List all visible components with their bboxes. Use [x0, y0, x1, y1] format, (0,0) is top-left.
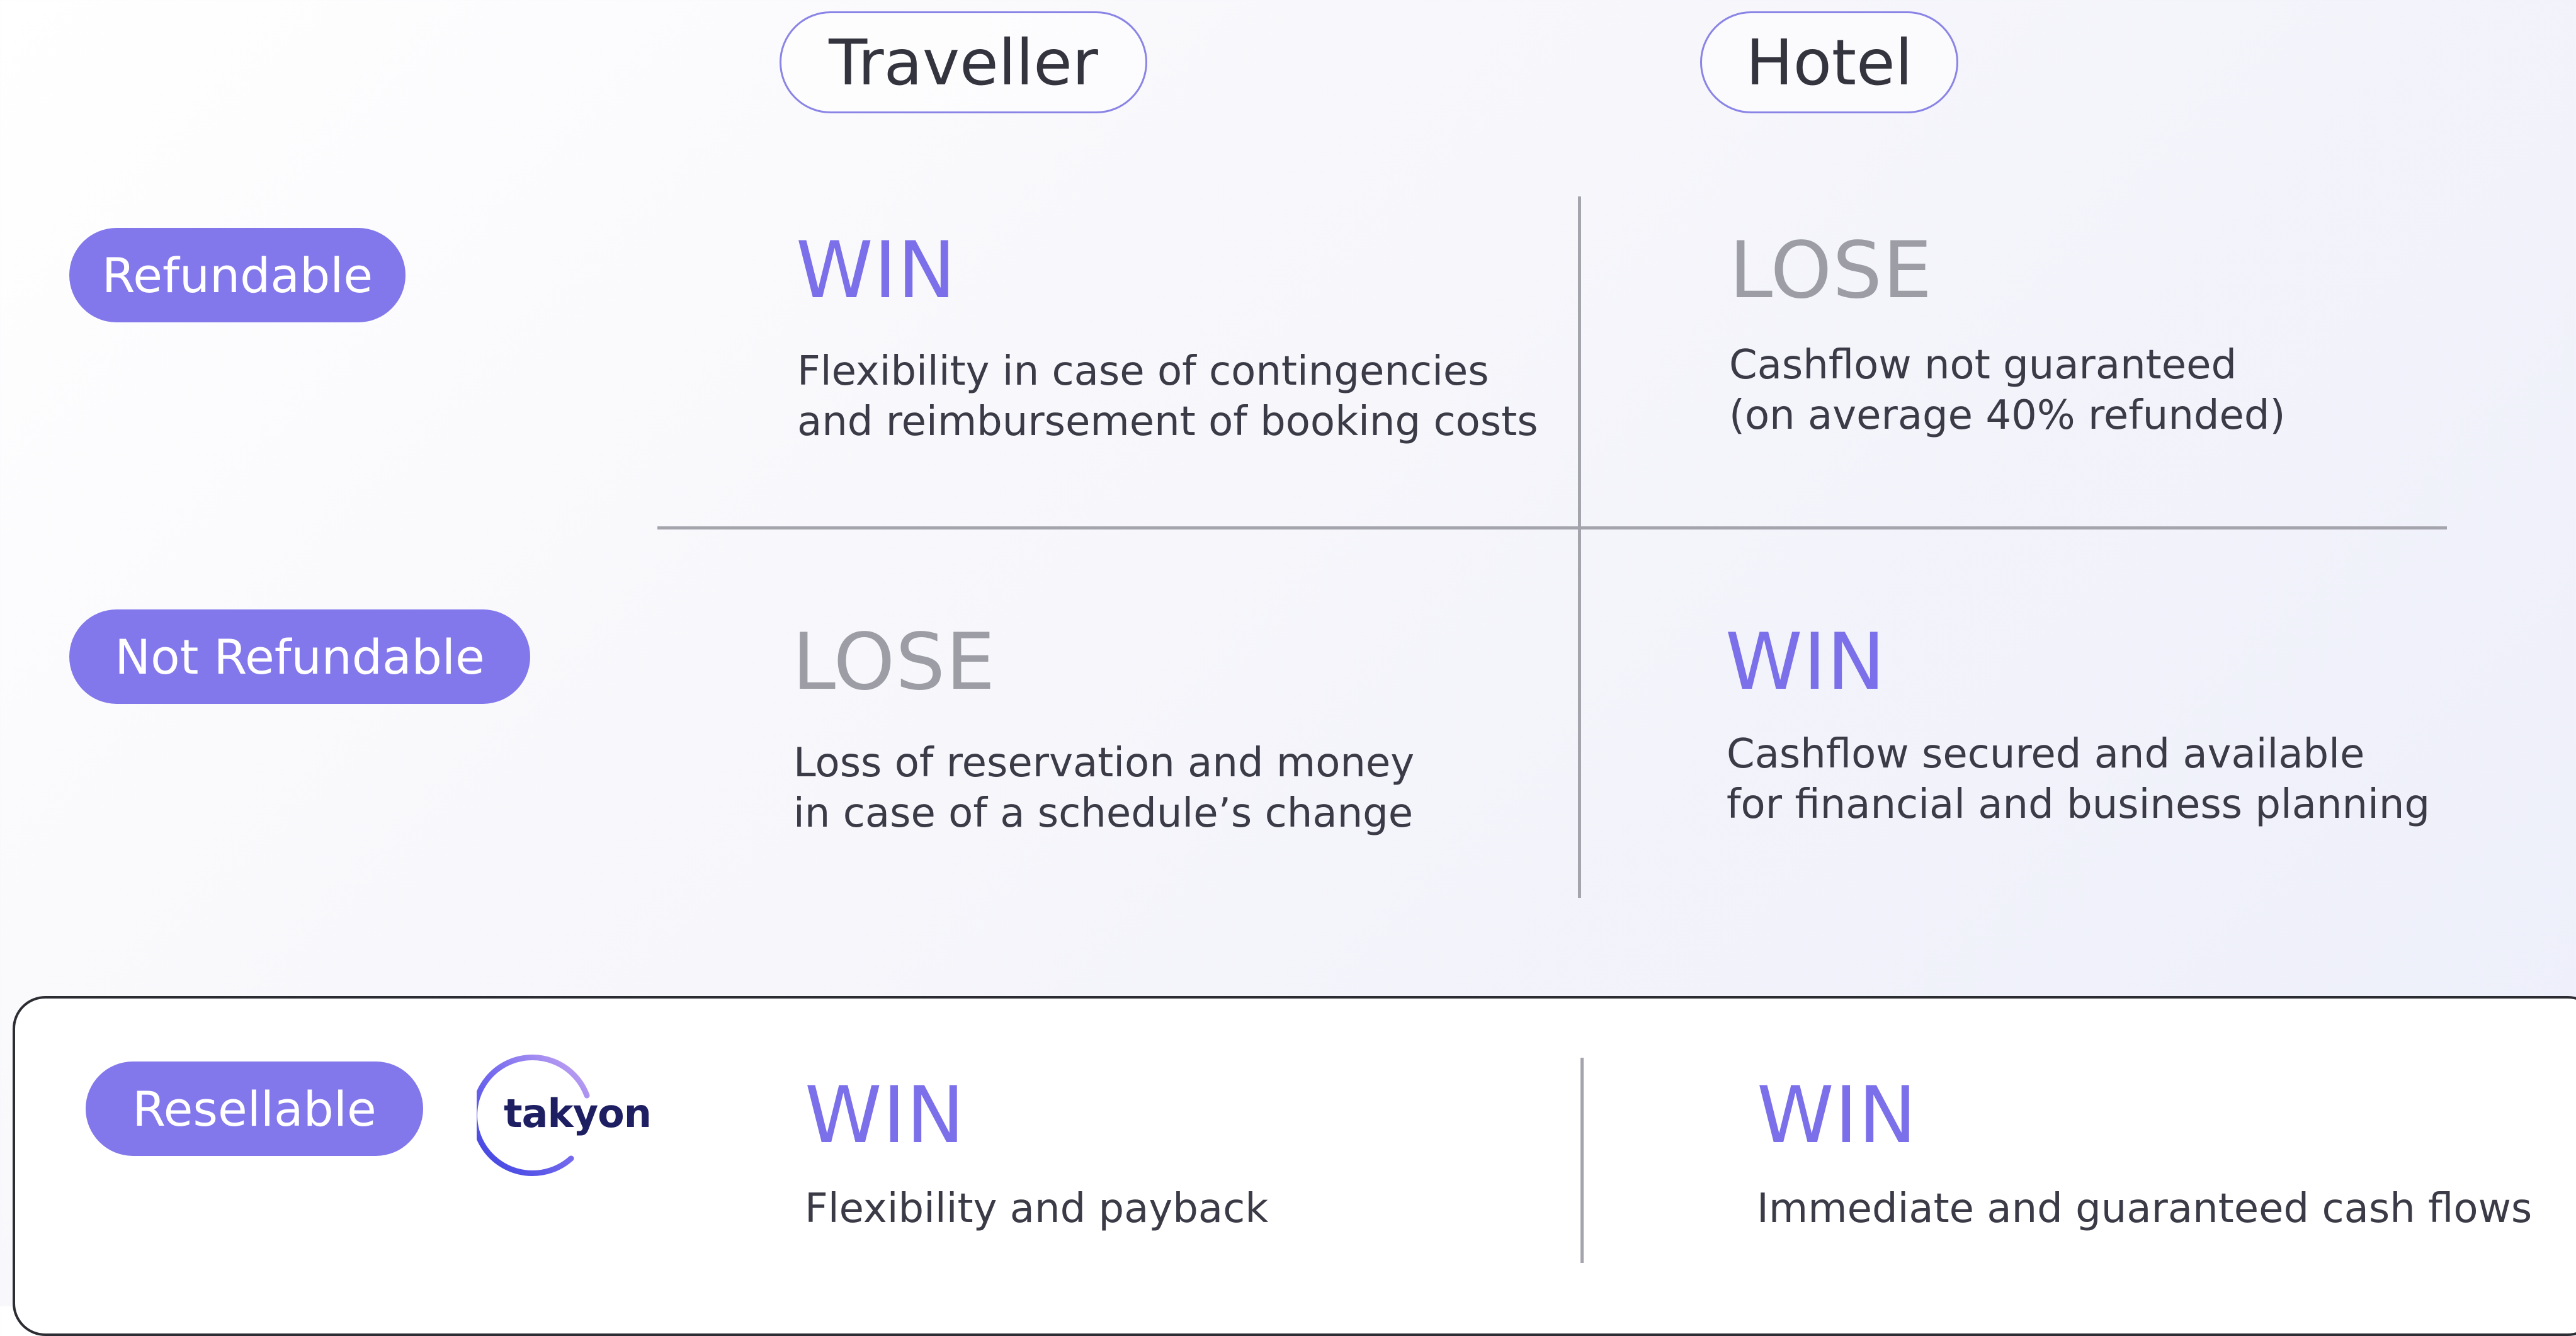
refundable-hotel-verdict: LOSE	[1729, 225, 1933, 316]
refundable-hotel-description: Cashflow not guaranteed (on average 40% …	[1729, 340, 2286, 441]
column-header-traveller: Traveller	[780, 11, 1147, 113]
grid-horizontal-divider	[657, 526, 2447, 529]
not-refundable-traveller-description: Loss of reservation and money in case of…	[793, 738, 1414, 839]
row-label-not-refundable: Not Refundable	[69, 609, 530, 704]
grid-vertical-divider	[1578, 196, 1581, 898]
row-label-refundable: Refundable	[69, 228, 406, 322]
row-label-resellable-text: Resellable	[132, 1080, 377, 1137]
description-line: in case of a schedule’s change	[793, 790, 1414, 837]
description-line: Cashflow secured and available	[1727, 731, 2365, 778]
not-refundable-traveller-verdict: LOSE	[792, 617, 996, 708]
resellable-hotel-description: Immediate and guaranteed cash flows	[1757, 1184, 2532, 1234]
not-refundable-hotel-verdict: WIN	[1725, 617, 1886, 708]
description-line: for financial and business planning	[1727, 781, 2431, 828]
description-line: Immediate and guaranteed cash flows	[1757, 1186, 2533, 1232]
description-line: Flexibility and payback	[805, 1186, 1269, 1232]
column-header-hotel: Hotel	[1700, 11, 1958, 113]
takyon-logo-text: takyon	[504, 1090, 652, 1136]
not-refundable-hotel-description: Cashflow secured and available for finan…	[1727, 729, 2430, 830]
refundable-traveller-verdict: WIN	[796, 225, 956, 316]
resellable-panel	[13, 996, 2576, 1336]
column-header-traveller-label: Traveller	[829, 25, 1098, 99]
description-line: and reimbursement of booking costs	[797, 399, 1538, 445]
column-header-hotel-label: Hotel	[1745, 25, 1913, 99]
resellable-hotel-verdict: WIN	[1757, 1070, 1917, 1161]
description-line: Flexibility in case of contingencies	[797, 348, 1489, 395]
resellable-traveller-verdict: WIN	[805, 1070, 965, 1161]
row-label-refundable-text: Refundable	[101, 247, 373, 303]
description-line: Cashflow not guaranteed	[1729, 342, 2237, 388]
row-label-resellable: Resellable	[86, 1061, 423, 1156]
refundable-traveller-description: Flexibility in case of contingencies and…	[797, 346, 1538, 447]
resellable-vertical-divider	[1580, 1058, 1584, 1263]
resellable-traveller-description: Flexibility and payback	[805, 1184, 1268, 1234]
row-label-not-refundable-text: Not Refundable	[115, 628, 485, 685]
description-line: Loss of reservation and money	[793, 740, 1415, 786]
description-line: (on average 40% refunded)	[1729, 392, 2286, 439]
